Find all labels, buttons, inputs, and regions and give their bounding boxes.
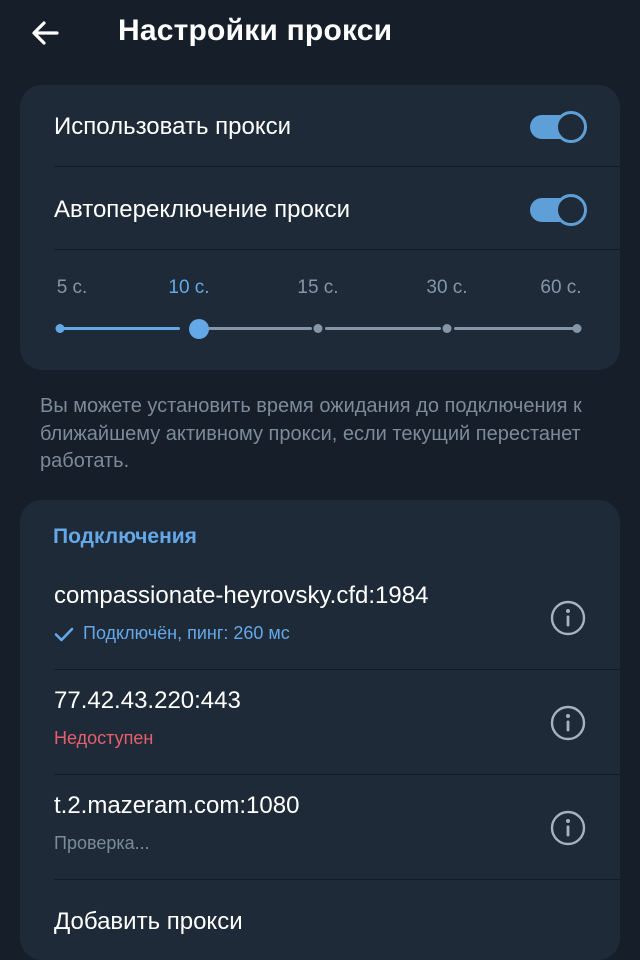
- divider: [54, 249, 620, 250]
- arrow-left-icon: [32, 21, 59, 45]
- auto-switch-row[interactable]: Автопереключение прокси: [20, 168, 620, 248]
- slider-step-dot: [572, 324, 582, 333]
- auto-switch-label: Автопереключение прокси: [54, 196, 350, 223]
- app-header: Настройки прокси: [0, 0, 640, 68]
- proxy-status-text: Подключён, пинг: 260 мс: [83, 623, 290, 643]
- proxy-item[interactable]: t.2.mazeram.com:1080 Проверка...: [20, 775, 620, 880]
- slider-step-dot: [55, 324, 65, 333]
- use-proxy-toggle[interactable]: [528, 111, 587, 143]
- connections-section-title: Подключения: [53, 525, 197, 548]
- proxy-settings-card: Использовать прокси Автопереключение про…: [20, 85, 620, 370]
- proxy-status: Подключён, пинг: 260 мс: [54, 623, 290, 644]
- proxy-host: t.2.mazeram.com:1080: [54, 792, 300, 819]
- proxy-status-text: Проверка...: [54, 833, 150, 853]
- slider-step-dot: [442, 324, 452, 333]
- proxy-status-text: Недоступен: [54, 728, 154, 748]
- slider-tick-label[interactable]: 15 с.: [297, 277, 338, 299]
- slider-track: [454, 327, 574, 330]
- slider-tick-label[interactable]: 30 с.: [426, 277, 467, 299]
- slider-tick-label[interactable]: 5 с.: [57, 277, 88, 299]
- slider-step-dot: [313, 324, 323, 333]
- use-proxy-label: Использовать прокси: [54, 113, 291, 140]
- check-icon: [54, 627, 74, 641]
- proxy-item[interactable]: 77.42.43.220:443 Недоступен: [20, 670, 620, 775]
- slider-tick-label-selected[interactable]: 10 с.: [168, 277, 209, 299]
- page-title: Настройки прокси: [118, 14, 393, 47]
- auto-switch-toggle[interactable]: [528, 194, 587, 226]
- connections-card: Подключения compassionate-heyrovsky.cfd:…: [20, 500, 620, 960]
- proxy-item[interactable]: compassionate-heyrovsky.cfd:1984 Подключ…: [20, 565, 620, 670]
- info-icon[interactable]: [550, 705, 586, 741]
- proxy-host: 77.42.43.220:443: [54, 687, 241, 714]
- add-proxy-button[interactable]: Добавить прокси: [20, 880, 620, 960]
- slider-filled-track: [60, 327, 180, 330]
- slider-track: [208, 327, 312, 330]
- divider: [54, 166, 620, 167]
- toggle-knob: [555, 194, 587, 226]
- use-proxy-row[interactable]: Использовать прокси: [20, 85, 620, 165]
- back-button[interactable]: [24, 12, 66, 54]
- timeout-hint-text: Вы можете установить время ожидания до п…: [40, 395, 582, 472]
- slider-knob[interactable]: [189, 319, 209, 339]
- slider-track: [325, 327, 441, 330]
- toggle-knob: [555, 111, 587, 143]
- proxy-host: compassionate-heyrovsky.cfd:1984: [54, 582, 429, 609]
- slider-tick-label[interactable]: 60 с.: [540, 277, 581, 299]
- info-icon[interactable]: [550, 600, 586, 636]
- info-icon[interactable]: [550, 810, 586, 846]
- add-proxy-label: Добавить прокси: [54, 908, 243, 935]
